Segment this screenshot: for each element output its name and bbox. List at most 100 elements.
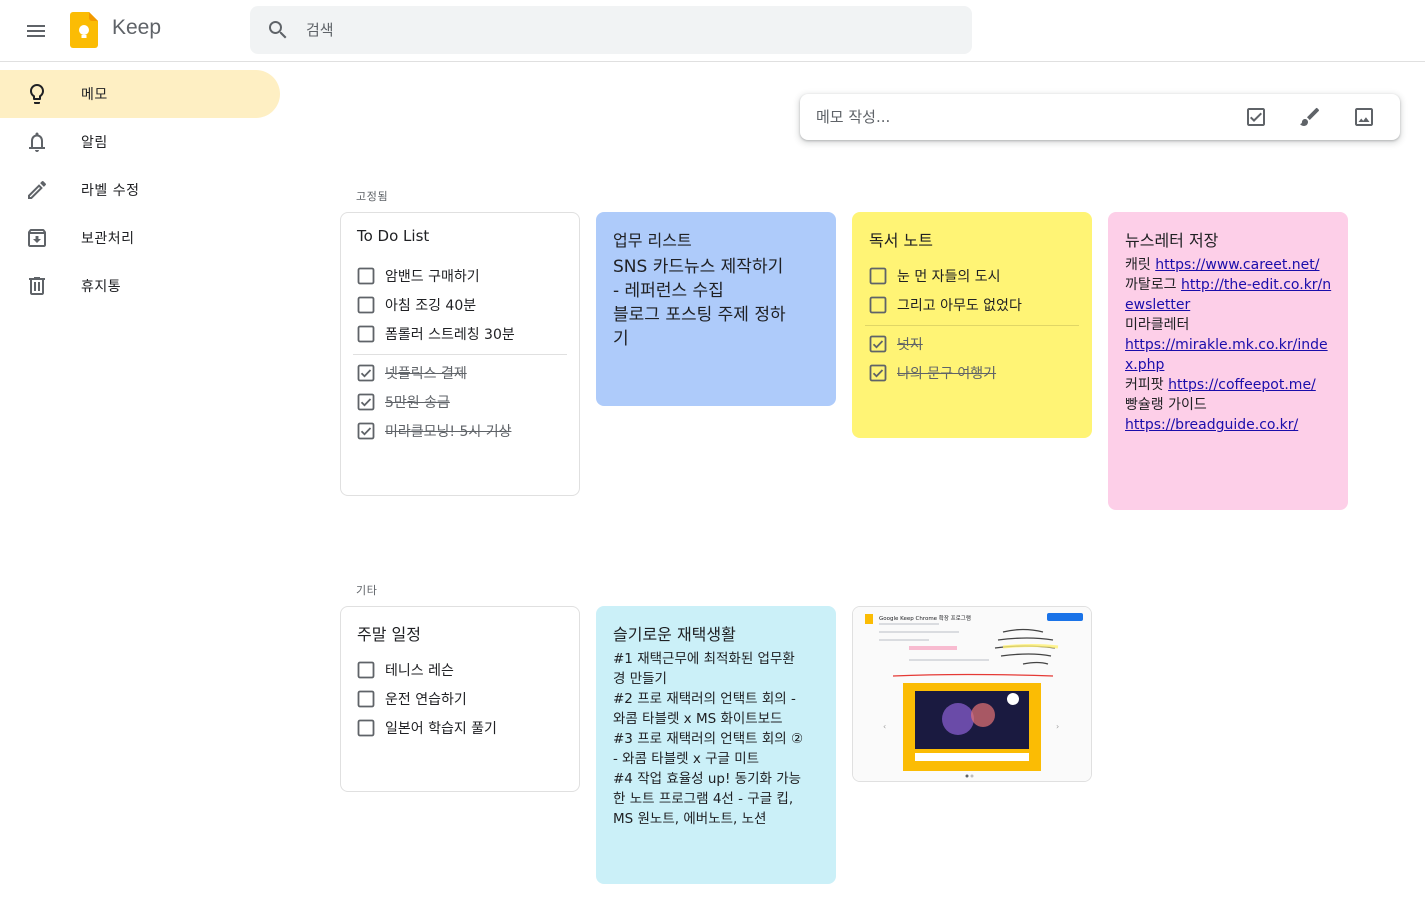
checklist-item[interactable]: 그리고 아무도 없었다 (869, 293, 1079, 317)
checkbox-checked-icon[interactable] (357, 364, 375, 382)
checklist-item-text: 테니스 레슨 (385, 663, 454, 679)
note-line: 커피팟 https://coffeepot.me/ (1125, 375, 1337, 395)
note-card-work-list[interactable]: 업무 리스트 SNS 카드뉴스 제작하기 - 레퍼런스 수집 블로그 포스팅 주… (596, 212, 836, 406)
checkbox-checked-icon[interactable] (869, 364, 887, 382)
search-icon[interactable] (266, 18, 290, 42)
note-card-wfh[interactable]: 슬기로운 재택생활 #1 재택근무에 최적화된 업무환 경 만들기 #2 프로 … (596, 606, 836, 884)
sidebar-item-edit-labels[interactable]: 라벨 수정 (0, 166, 280, 214)
note-card-newsletter[interactable]: 뉴스레터 저장 캐릿 https://www.careet.net/ 까탈로그 … (1108, 212, 1348, 510)
checklist-item[interactable]: 폼롤러 스트레칭 30분 (357, 322, 567, 346)
note-title: 슬기로운 재택생활 (613, 625, 736, 644)
checklist-item-text: 아침 조깅 40분 (385, 298, 477, 314)
note-line: #1 재택근무에 최적화된 업무환 (613, 651, 795, 667)
newsletter-name: 빵슐랭 가이드 (1125, 397, 1207, 413)
note-title: 주말 일정 (357, 625, 421, 644)
note-title: To Do List (357, 227, 430, 245)
note-body: SNS 카드뉴스 제작하기 - 레퍼런스 수집 블로그 포스팅 주제 정하 기 (613, 255, 825, 351)
note-line: MS 원노트, 에버노트, 노션 (613, 811, 767, 827)
note-title: 뉴스레터 저장 (1125, 231, 1219, 250)
newsletter-name: 미라클레터 (1125, 317, 1190, 333)
newsletter-link[interactable]: https://www.careet.net/ (1155, 257, 1319, 273)
new-drawing-brush-icon[interactable] (1298, 105, 1322, 129)
sidebar: 메모 알림 라벨 수정 보관처리 휴지통 (0, 70, 280, 310)
main-menu-button[interactable] (16, 11, 56, 51)
checklist-item[interactable]: 테니스 레슨 (357, 658, 567, 682)
newsletter-name: 캐릿 (1125, 257, 1156, 273)
checklist-item-text: 넛지 (897, 337, 923, 353)
checklist-item[interactable]: 눈 먼 자들의 도시 (869, 264, 1079, 288)
newsletter-link[interactable]: https://mirakle.mk.co.kr/index.php (1125, 337, 1328, 373)
checklist-item-text: 눈 먼 자들의 도시 (897, 269, 1001, 285)
checklist-item-text: 운전 연습하기 (385, 692, 467, 708)
note-title: 업무 리스트 (613, 231, 692, 250)
sidebar-item-reminders[interactable]: 알림 (0, 118, 280, 166)
checklist-item-done[interactable]: 미라클모닝! 5시 기상 (357, 419, 567, 443)
checkbox-empty-icon[interactable] (357, 690, 375, 708)
checkbox-checked-icon[interactable] (357, 393, 375, 411)
app-header: Keep (0, 0, 1425, 62)
note-body: 캐릿 https://www.careet.net/ 까탈로그 http://t… (1125, 255, 1337, 435)
checkbox-empty-icon[interactable] (869, 267, 887, 285)
checklist-item[interactable]: 운전 연습하기 (357, 687, 567, 711)
sidebar-item-archive[interactable]: 보관처리 (0, 214, 280, 262)
note-line: - 레퍼런스 수집 (613, 281, 724, 301)
note-card-reading[interactable]: 독서 노트 눈 먼 자들의 도시 그리고 아무도 없었다 넛지 나의 문구 여행… (852, 212, 1092, 438)
note-card-image[interactable]: Google Keep Chrome 확장 프로그램 ‹ › (852, 606, 1092, 782)
note-line: 기 (613, 329, 629, 349)
search-bar[interactable] (250, 6, 972, 54)
pencil-icon (28, 180, 47, 199)
checklist-item-done[interactable]: 나의 문구 여행기 (869, 361, 1079, 385)
sidebar-item-label: 라벨 수정 (81, 183, 140, 199)
take-note-bar[interactable] (800, 94, 1400, 140)
others-section-label: 기타 (356, 584, 378, 597)
note-card-weekend[interactable]: 주말 일정 테니스 레슨 운전 연습하기 일본어 학습지 풀기 (340, 606, 580, 792)
note-line: https://mirakle.mk.co.kr/index.php (1125, 335, 1337, 375)
search-input[interactable] (306, 6, 946, 54)
note-card-todo[interactable]: To Do List 암밴드 구매하기 아침 조깅 40분 폼롤러 스트레칭 3… (340, 212, 580, 496)
new-image-icon[interactable] (1352, 105, 1376, 129)
checklist-item-done[interactable]: 넷플릭스 결제 (357, 361, 567, 385)
checklist-item[interactable]: 일본어 학습지 풀기 (357, 716, 567, 740)
note-line: 미라클레터 (1125, 315, 1337, 335)
thumbnail-caption: Google Keep Chrome 확장 프로그램 (879, 614, 971, 622)
checkbox-empty-icon[interactable] (357, 296, 375, 314)
checklist-item-done[interactable]: 5만원 송금 (357, 390, 567, 414)
svg-text:›: › (1056, 722, 1059, 731)
checkbox-empty-icon[interactable] (357, 325, 375, 343)
bell-icon (29, 132, 45, 152)
note-body: #1 재택근무에 최적화된 업무환 경 만들기 #2 프로 재택러의 언택트 회… (613, 649, 825, 829)
checkbox-empty-icon[interactable] (357, 661, 375, 679)
checklist-item[interactable]: 암밴드 구매하기 (357, 264, 567, 288)
screenshot-thumbnail-image: Google Keep Chrome 확장 프로그램 ‹ › (853, 607, 1091, 781)
app-name[interactable]: Keep (112, 16, 161, 40)
new-list-checkbox-icon[interactable] (1244, 105, 1268, 129)
checkbox-empty-icon[interactable] (357, 719, 375, 737)
note-line: 빵슐랭 가이드 (1125, 395, 1337, 415)
take-note-input[interactable] (816, 94, 1216, 140)
sidebar-item-label: 휴지통 (81, 279, 122, 295)
checklist-item-done[interactable]: 넛지 (869, 332, 1079, 356)
pinned-section-label: 고정됨 (356, 190, 389, 203)
checkbox-empty-icon[interactable] (357, 267, 375, 285)
checklist-item[interactable]: 아침 조깅 40분 (357, 293, 567, 317)
note-line: #2 프로 재택러의 언택트 회의 - (613, 691, 796, 707)
note-line: 블로그 포스팅 주제 정하 (613, 305, 786, 325)
note-line: 경 만들기 (613, 671, 667, 687)
checklist-divider (865, 325, 1079, 326)
sidebar-item-notes[interactable]: 메모 (0, 70, 280, 118)
sidebar-item-trash[interactable]: 휴지통 (0, 262, 280, 310)
note-line: https://breadguide.co.kr/ (1125, 415, 1337, 435)
note-line: 캐릿 https://www.careet.net/ (1125, 255, 1337, 275)
note-line: SNS 카드뉴스 제작하기 (613, 257, 784, 277)
keep-logo-icon[interactable] (70, 12, 98, 48)
note-line: 한 노트 프로그램 4선 - 구글 킵, (613, 791, 794, 807)
sidebar-item-label: 메모 (81, 87, 108, 103)
checkbox-empty-icon[interactable] (869, 296, 887, 314)
newsletter-link[interactable]: https://breadguide.co.kr/ (1125, 417, 1298, 433)
checkbox-checked-icon[interactable] (869, 335, 887, 353)
checkbox-checked-icon[interactable] (357, 422, 375, 440)
lightbulb-icon (30, 84, 44, 104)
note-line: #4 작업 효율성 up! 동기화 가능 (613, 771, 802, 787)
checklist-item-text: 미라클모닝! 5시 기상 (385, 424, 512, 440)
newsletter-link[interactable]: https://coffeepot.me/ (1168, 377, 1316, 393)
